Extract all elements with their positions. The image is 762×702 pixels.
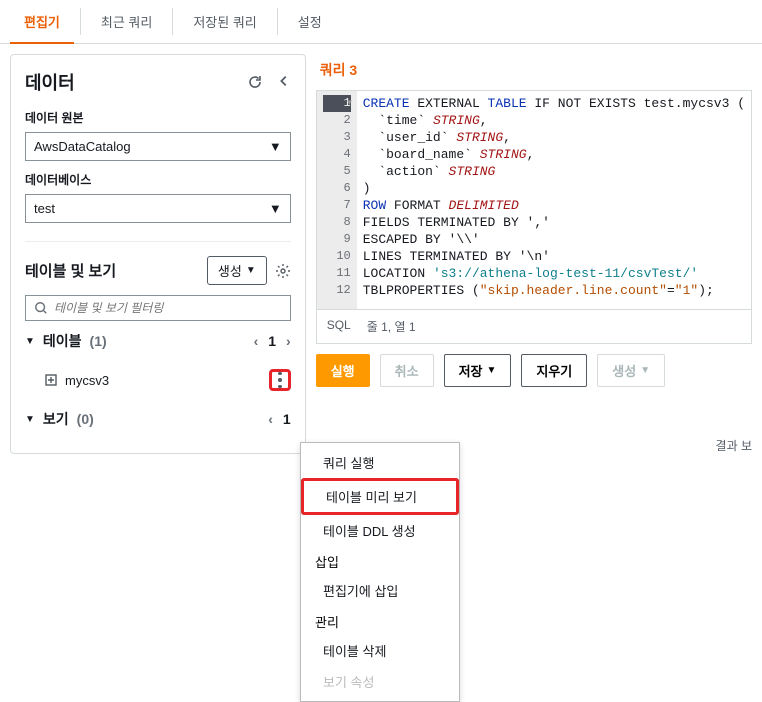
cancel-button: 취소 xyxy=(380,354,434,387)
sql-editor[interactable]: 1 2 3 4 5 6 7 8 9 10 11 12 CREATE EXTERN… xyxy=(316,90,752,310)
content: 쿼리 3 1 2 3 4 5 6 7 8 9 10 11 12 CREATE E… xyxy=(316,54,752,454)
page-prev-icon[interactable]: ‹ xyxy=(254,333,259,349)
refresh-icon[interactable] xyxy=(247,74,263,90)
select-data-source-value: AwsDataCatalog xyxy=(34,139,131,154)
page-prev-icon[interactable]: ‹ xyxy=(268,411,273,427)
menu-section-insert: 삽입 xyxy=(301,546,459,575)
chevron-down-icon: ▼ xyxy=(246,265,256,276)
create-button: 생성 ▼ xyxy=(597,354,665,387)
page-number: 1 xyxy=(283,411,291,427)
clear-button[interactable]: 지우기 xyxy=(521,354,587,387)
filter-input[interactable] xyxy=(54,301,282,315)
chevron-down-icon: ▼ xyxy=(486,365,496,376)
label-data-source: 데이터 원본 xyxy=(25,109,291,126)
status-cursor-pos: 줄 1, 열 1 xyxy=(367,318,416,335)
table-context-menu: 쿼리 실행 테이블 미리 보기 테이블 DDL 생성 삽입 편집기에 삽입 관리… xyxy=(300,442,460,702)
label-database: 데이터베이스 xyxy=(25,171,291,188)
tables-header-label: 테이블 xyxy=(43,331,82,351)
gear-icon[interactable] xyxy=(275,263,291,279)
tables-count: (1) xyxy=(90,333,107,349)
select-database-value: test xyxy=(34,201,55,216)
chevron-down-icon: ▼ xyxy=(269,139,282,154)
menu-generate-ddl[interactable]: 테이블 DDL 생성 xyxy=(301,515,459,546)
filter-box[interactable] xyxy=(25,295,291,321)
tables-views-title: 테이블 및 보기 xyxy=(25,260,116,281)
tab-recent-queries[interactable]: 최근 쿼리 xyxy=(87,0,166,43)
page-number: 1 xyxy=(268,333,276,349)
top-tabs: 편집기 최근 쿼리 저장된 쿼리 설정 xyxy=(0,0,762,44)
collapse-icon[interactable] xyxy=(277,74,291,90)
sidebar-title: 데이터 xyxy=(25,69,75,95)
menu-preview-table[interactable]: 테이블 미리 보기 xyxy=(301,478,459,515)
chevron-down-icon: ▼ xyxy=(269,201,282,216)
query-toolbar: 실행 취소 저장 ▼ 지우기 생성 ▼ xyxy=(316,344,752,397)
tab-settings[interactable]: 설정 xyxy=(284,0,336,43)
chevron-down-icon: ▼ xyxy=(25,414,35,425)
line-gutter: 1 2 3 4 5 6 7 8 9 10 11 12 xyxy=(317,91,357,309)
select-data-source[interactable]: AwsDataCatalog ▼ xyxy=(25,132,291,161)
chevron-down-icon: ▼ xyxy=(25,336,35,347)
menu-delete-table[interactable]: 테이블 삭제 xyxy=(301,635,459,666)
views-header-label: 보기 xyxy=(43,409,69,429)
menu-insert-editor[interactable]: 편집기에 삽입 xyxy=(301,575,459,606)
menu-run-query[interactable]: 쿼리 실행 xyxy=(301,447,459,478)
save-button[interactable]: 저장 ▼ xyxy=(444,354,512,387)
search-icon xyxy=(34,301,48,315)
tables-header-row[interactable]: ▼ 테이블 (1) ‹ 1 › xyxy=(25,321,291,361)
run-button[interactable]: 실행 xyxy=(316,354,370,387)
table-name: mycsv3 xyxy=(65,373,109,388)
status-lang: SQL xyxy=(327,318,351,335)
views-header-row[interactable]: ▼ 보기 (0) ‹ 1 xyxy=(25,399,291,439)
menu-partial-item[interactable]: 보기 속성 xyxy=(301,666,459,697)
tab-editor[interactable]: 편집기 xyxy=(10,0,74,43)
create-dropdown[interactable]: 생성 ▼ xyxy=(207,256,267,285)
tab-saved-queries[interactable]: 저장된 쿼리 xyxy=(179,0,270,43)
expand-icon[interactable] xyxy=(45,374,57,386)
select-database[interactable]: test ▼ xyxy=(25,194,291,223)
chevron-down-icon: ▼ xyxy=(640,365,650,376)
table-actions-menu-button[interactable] xyxy=(269,369,291,391)
views-count: (0) xyxy=(77,411,94,427)
sidebar: 데이터 데이터 원본 AwsDataCatalog ▼ 데이터베이스 test … xyxy=(10,54,306,454)
menu-section-manage: 관리 xyxy=(301,606,459,635)
table-row[interactable]: mycsv3 xyxy=(25,361,291,399)
code-area[interactable]: CREATE EXTERNAL TABLE IF NOT EXISTS test… xyxy=(357,91,751,309)
editor-statusbar: SQL 줄 1, 열 1 xyxy=(316,310,752,344)
query-tab[interactable]: 쿼리 3 xyxy=(316,54,752,90)
page-next-icon[interactable]: › xyxy=(286,333,291,349)
